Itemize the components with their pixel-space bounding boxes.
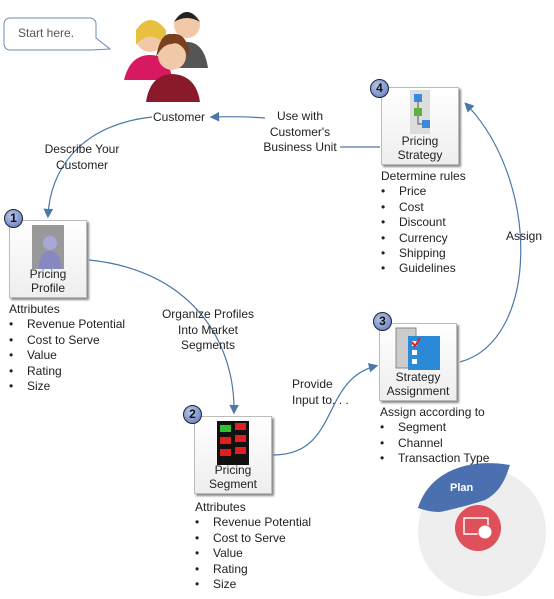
node-label: Pricing xyxy=(29,267,67,281)
pricing-strategy-node[interactable]: Pricing Strategy xyxy=(381,87,459,165)
strategy-assignment-node[interactable]: Strategy Assignment xyxy=(379,323,457,401)
edge-label-provide: Provide Input to. . . xyxy=(292,377,349,407)
node-label: Strategy xyxy=(395,370,441,384)
edge-label-use-with: Use with Customer's Business Unit xyxy=(263,109,337,154)
plan-graphic xyxy=(418,463,546,596)
assignment-criteria: Assign according toSegmentChannelTransac… xyxy=(380,405,489,467)
plan-label: Plan xyxy=(450,482,474,494)
checklist-icon xyxy=(395,327,440,370)
customer-people-icon xyxy=(124,12,208,102)
strategy-rules: Determine rulesPriceCostDiscountCurrency… xyxy=(381,169,466,277)
step-badge-1: 1 xyxy=(4,209,23,228)
node-label: Segment xyxy=(208,477,258,491)
segment-icon xyxy=(217,421,249,465)
step-badge-4: 4 xyxy=(370,79,389,98)
edge-label-organize: Organize Profiles Into Market Segments xyxy=(161,307,255,352)
pricing-profile-node[interactable]: Pricing Profile xyxy=(9,220,87,298)
customer-label: Customer xyxy=(153,110,206,124)
pricing-flow-diagram: Start here. Customer Describe Your Custom… xyxy=(0,0,554,599)
node-label: Pricing xyxy=(401,134,439,148)
pricing-segment-node[interactable]: Pricing Segment xyxy=(194,416,272,494)
node-label: Strategy xyxy=(397,148,443,162)
segment-attributes: AttributesRevenue PotentialCost to Serve… xyxy=(195,500,311,592)
node-label: Profile xyxy=(30,281,65,295)
step-badge-2: 2 xyxy=(183,405,202,424)
profile-attributes: AttributesRevenue PotentialCost to Serve… xyxy=(9,302,125,394)
node-label: Pricing xyxy=(214,463,252,477)
profile-icon xyxy=(32,225,64,269)
flowchart-icon xyxy=(410,90,430,134)
edge-label-assign: Assign xyxy=(506,229,543,243)
node-label: Assignment xyxy=(386,384,450,398)
callout-text: Start here. xyxy=(18,26,75,40)
step-badge-3: 3 xyxy=(373,312,392,331)
edge-label-describe: Describe Your Customer xyxy=(44,142,120,172)
